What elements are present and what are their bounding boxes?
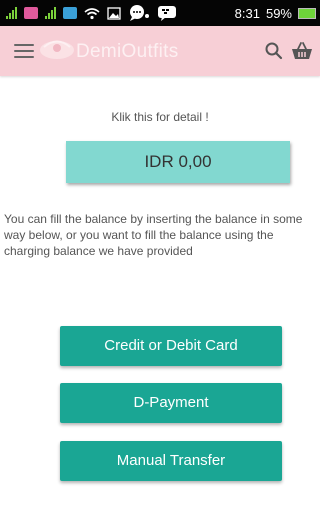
bbm-icon <box>158 6 176 21</box>
app-notification-icon <box>24 7 38 19</box>
chat-bubble-icon <box>130 5 149 21</box>
battery-percent: 59% <box>265 5 292 21</box>
image-icon <box>107 6 121 20</box>
wifi-icon <box>84 7 100 19</box>
search-icon[interactable] <box>264 41 284 61</box>
battery-icon <box>298 7 316 19</box>
balance-info-text: You can fill the balance by inserting th… <box>4 212 303 258</box>
credit-debit-card-button[interactable]: Credit or Debit Card <box>60 326 282 366</box>
status-icons <box>6 3 177 23</box>
menu-icon[interactable] <box>14 44 34 58</box>
signal-2-icon <box>45 7 56 19</box>
app-bar: DemiOutfits <box>0 26 320 76</box>
balance-button[interactable]: IDR 0,00 <box>66 141 290 183</box>
d-payment-button[interactable]: D-Payment <box>60 383 282 423</box>
app-title: DemiOutfits <box>76 41 179 62</box>
detail-hint: Klik this for detail ! <box>111 110 209 124</box>
basket-icon[interactable] <box>291 41 313 61</box>
sim-icon <box>63 7 77 19</box>
status-time: 8:31 <box>234 5 260 21</box>
signal-icon <box>6 7 17 19</box>
manual-transfer-button[interactable]: Manual Transfer <box>60 441 282 481</box>
status-bar: 8:31 59% <box>0 0 320 26</box>
status-right: 8:31 59% <box>235 3 316 23</box>
logo-icon <box>40 40 74 59</box>
